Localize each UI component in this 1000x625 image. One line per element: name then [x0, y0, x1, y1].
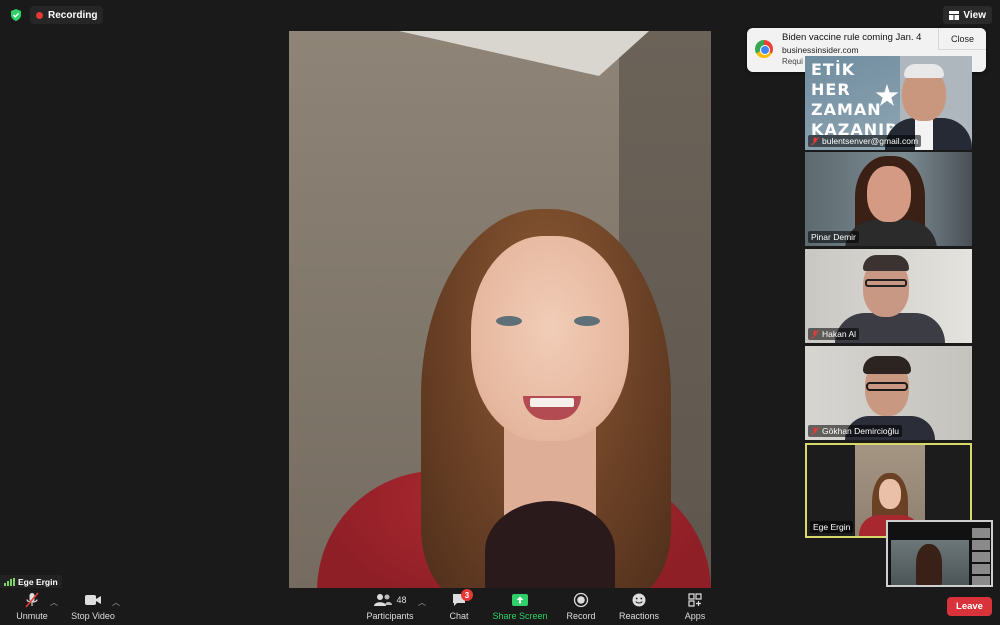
mini-thumbnail — [972, 552, 990, 562]
mini-thumbnail — [972, 564, 990, 574]
unmute-button[interactable]: Unmute — [14, 588, 50, 625]
speaker-left-eye — [496, 316, 522, 326]
signal-strength-icon — [4, 577, 15, 586]
notification-body: Requi — [782, 57, 803, 66]
participant-face — [867, 166, 911, 222]
participant-tile[interactable]: Gökhan Demircioğlu — [805, 346, 972, 440]
mini-thumbnail — [972, 576, 990, 585]
mic-muted-icon — [811, 329, 819, 339]
poster-word: ZAMAN — [811, 100, 882, 119]
participant-name: bulentsenver@gmail.com — [822, 136, 919, 146]
chat-unread-badge: 3 — [461, 589, 473, 601]
participant-name-label: Ege Ergin — [810, 521, 854, 533]
participant-face — [879, 479, 901, 509]
shield-icon[interactable] — [9, 8, 23, 22]
share-screen-icon — [512, 594, 528, 606]
active-speaker-video[interactable] — [289, 31, 711, 588]
apps-label: Apps — [684, 611, 706, 621]
participant-hair — [863, 255, 909, 271]
poster-word: ETİK — [811, 60, 856, 79]
participant-name-label: Hakan Al — [808, 328, 860, 340]
participant-name: Ege Ergin — [813, 522, 851, 532]
view-button[interactable]: View — [943, 6, 992, 24]
meeting-toolbar: Unmute ︿ Stop Video ︿ 48 Participants ︿ … — [0, 588, 1000, 625]
record-icon — [573, 592, 589, 608]
participant-name: Hakan Al — [822, 329, 857, 339]
stop-video-button[interactable]: Stop Video — [68, 588, 118, 625]
apps-icon — [688, 593, 702, 607]
participant-name: Pinar Demir — [811, 232, 856, 242]
chat-label: Chat — [449, 611, 469, 621]
chevron-up-icon[interactable]: ︿ — [112, 597, 120, 607]
unmute-label: Unmute — [16, 611, 48, 621]
mini-thumbnail — [972, 528, 990, 538]
speaker-teeth — [530, 398, 574, 407]
emoji-reaction-icon — [632, 593, 646, 607]
participant-name-label: Gökhan Demircioğlu — [808, 425, 903, 437]
participants-label: Participants — [366, 611, 414, 621]
participant-hair — [863, 356, 911, 374]
stop-video-label: Stop Video — [71, 611, 115, 621]
participant-name-label: bulentsenver@gmail.com — [808, 135, 922, 147]
chevron-up-icon[interactable]: ︿ — [50, 597, 58, 607]
share-screen-button[interactable]: Share Screen — [492, 588, 548, 625]
record-button[interactable]: Record — [564, 588, 598, 625]
recording-label: Recording — [48, 9, 98, 21]
notification-source: businessinsider.com — [782, 45, 859, 55]
mini-window-preview[interactable] — [886, 520, 993, 587]
record-label: Record — [566, 611, 596, 621]
poster-word: HER — [811, 80, 851, 99]
chrome-icon — [755, 40, 773, 58]
recording-indicator[interactable]: Recording — [30, 6, 104, 24]
apps-button[interactable]: Apps — [682, 588, 708, 625]
participant-tile[interactable]: ETİK HER ZAMAN KAZANIR bulentsenver@gmai… — [805, 56, 972, 150]
mic-muted-icon — [25, 592, 39, 608]
participants-count: 48 — [396, 595, 407, 605]
reactions-button[interactable]: Reactions — [617, 588, 661, 625]
speaker-right-eye — [574, 316, 600, 326]
self-name: Ege Ergin — [18, 576, 58, 587]
view-label: View — [963, 9, 986, 21]
recording-dot-icon — [36, 11, 43, 19]
participant-glasses — [865, 279, 907, 287]
participant-hair — [904, 64, 944, 78]
notification-title: Biden vaccine rule coming Jan. 4 — [782, 32, 922, 43]
mic-muted-icon — [811, 426, 819, 436]
participant-tile[interactable]: Hakan Al — [805, 249, 972, 343]
participant-name-label: Pinar Demir — [808, 231, 859, 243]
mini-thumbnail — [972, 540, 990, 550]
video-camera-icon — [85, 595, 101, 605]
participant-glasses — [866, 382, 908, 391]
leave-meeting-button[interactable]: Leave — [947, 597, 992, 616]
participant-tile[interactable]: Pinar Demir — [805, 152, 972, 246]
mini-participant — [916, 544, 942, 585]
self-name-label: Ege Ergin — [0, 575, 62, 588]
notification-close-button[interactable]: Close — [938, 28, 986, 50]
participants-icon — [374, 594, 393, 606]
chevron-up-icon[interactable]: ︿ — [418, 597, 426, 607]
grid-view-icon — [949, 10, 960, 20]
zoom-meeting-window: Recording View Biden vaccine rule coming… — [0, 0, 1000, 625]
participant-name: Gökhan Demircioğlu — [822, 426, 900, 436]
top-bar: Recording View — [0, 0, 1000, 30]
participants-button[interactable]: 48 Participants — [364, 588, 416, 625]
reactions-label: Reactions — [618, 611, 660, 621]
mic-muted-icon — [811, 136, 819, 146]
share-screen-label: Share Screen — [492, 611, 548, 621]
